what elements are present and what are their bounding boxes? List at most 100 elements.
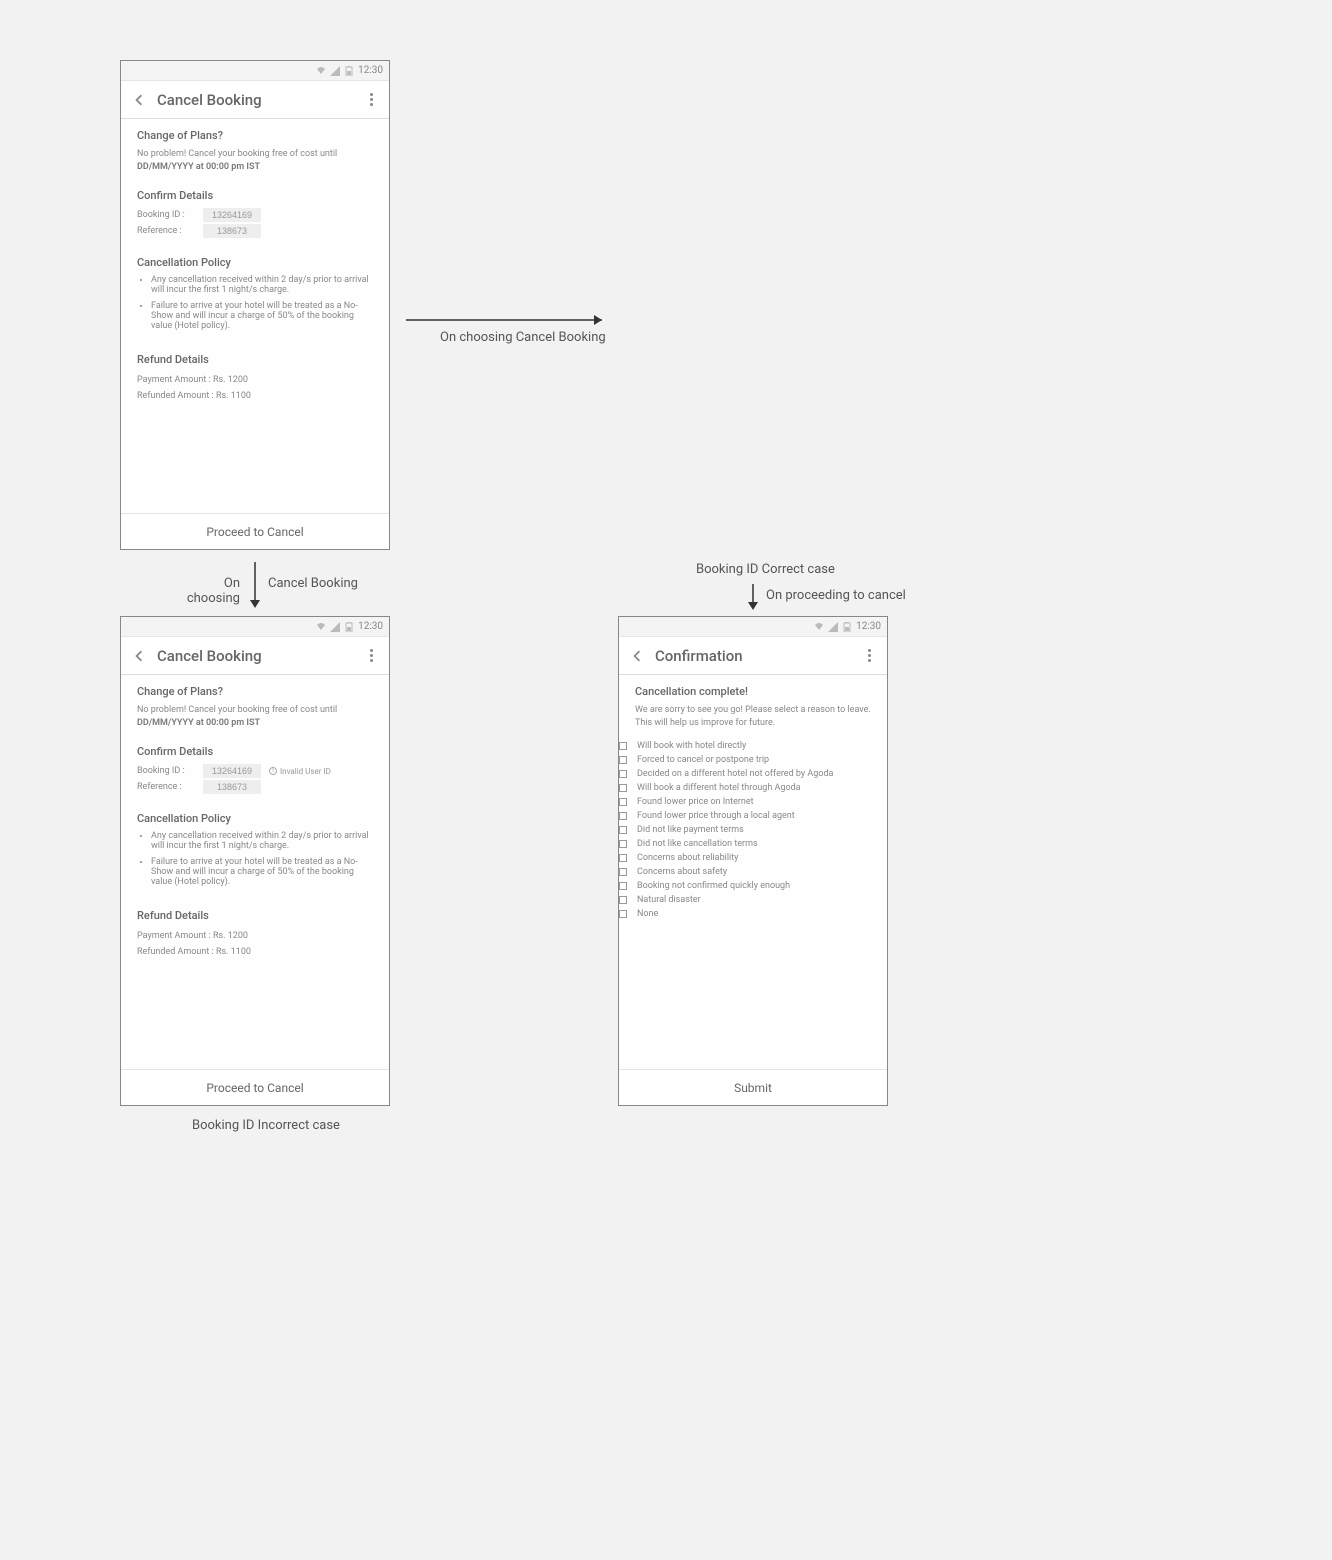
refund-heading: Refund Details — [137, 353, 373, 366]
proceed-button[interactable]: Proceed to Cancel — [121, 1069, 389, 1105]
screen-body: Cancellation complete! We are sorry to s… — [619, 675, 887, 1069]
signal-icon — [330, 622, 340, 632]
reason-item[interactable]: Found lower price on Internet — [619, 795, 887, 809]
booking-id-label: Booking ID : — [137, 766, 195, 776]
policy-list: Any cancellation received within 2 day/s… — [137, 275, 373, 331]
flow-label: On choosing Cancel Booking — [440, 330, 606, 345]
reason-label: Concerns about reliability — [637, 853, 738, 863]
change-heading: Change of Plans? — [137, 129, 373, 142]
reason-item[interactable]: None — [619, 907, 887, 921]
checkbox-icon[interactable] — [619, 742, 627, 750]
flow-label: On choosing — [168, 576, 240, 606]
refunded-amount: Refunded Amount : Rs. 1100 — [137, 388, 373, 404]
more-icon[interactable] — [363, 649, 379, 662]
reason-item[interactable]: Forced to cancel or postpone trip — [619, 753, 887, 767]
reference-label: Reference : — [137, 226, 195, 236]
booking-id-input[interactable] — [203, 208, 261, 222]
screen-cancel-correct: 12:30 Cancel Booking Change of Plans? No… — [120, 60, 390, 550]
back-icon[interactable] — [131, 92, 147, 108]
reason-item[interactable]: Decided on a different hotel not offered… — [619, 767, 887, 781]
battery-icon — [344, 622, 354, 632]
flow-caption: Booking ID Correct case — [696, 562, 835, 577]
more-icon[interactable] — [363, 93, 379, 106]
reference-input[interactable] — [203, 780, 261, 794]
refunded-amount: Refunded Amount : Rs. 1100 — [137, 944, 373, 960]
reason-label: Will book a different hotel through Agod… — [637, 783, 801, 793]
screen-body: Change of Plans? No problem! Cancel your… — [121, 119, 389, 513]
change-heading: Change of Plans? — [137, 685, 373, 698]
error-icon: ! — [269, 767, 277, 775]
signal-icon — [330, 66, 340, 76]
reason-item[interactable]: Concerns about safety — [619, 865, 887, 879]
proceed-button[interactable]: Proceed to Cancel — [121, 513, 389, 549]
submit-button[interactable]: Submit — [619, 1069, 887, 1105]
status-time: 12:30 — [358, 621, 383, 632]
checkbox-icon[interactable] — [619, 840, 627, 848]
reason-label: Decided on a different hotel not offered… — [637, 769, 833, 779]
checkbox-icon[interactable] — [619, 784, 627, 792]
status-time: 12:30 — [856, 621, 881, 632]
checkbox-icon[interactable] — [619, 770, 627, 778]
refund-heading: Refund Details — [137, 909, 373, 922]
reason-item[interactable]: Did not like cancellation terms — [619, 837, 887, 851]
screen-body: Change of Plans? No problem! Cancel your… — [121, 675, 389, 1069]
back-icon[interactable] — [131, 648, 147, 664]
app-bar: Cancel Booking — [121, 637, 389, 675]
checkbox-icon[interactable] — [619, 868, 627, 876]
reference-label: Reference : — [137, 782, 195, 792]
reason-label: None — [637, 909, 658, 919]
confirm-details-heading: Confirm Details — [137, 189, 373, 202]
reason-label: Forced to cancel or postpone trip — [637, 755, 769, 765]
confirmation-heading: Cancellation complete! — [635, 685, 871, 698]
status-bar: 12:30 — [121, 61, 389, 81]
policy-item: Failure to arrive at your hotel will be … — [151, 301, 373, 331]
policy-item: Failure to arrive at your hotel will be … — [151, 857, 373, 887]
reference-input[interactable] — [203, 224, 261, 238]
policy-item: Any cancellation received within 2 day/s… — [151, 275, 373, 295]
reason-label: Booking not confirmed quickly enough — [637, 881, 790, 891]
flow-label: On proceeding to cancel — [766, 588, 906, 603]
change-text: No problem! Cancel your booking free of … — [137, 148, 373, 173]
more-icon[interactable] — [861, 649, 877, 662]
confirmation-text: We are sorry to see you go! Please selec… — [635, 704, 871, 729]
reason-item[interactable]: Natural disaster — [619, 893, 887, 907]
arrow-down-icon — [743, 582, 763, 612]
payment-amount: Payment Amount : Rs. 1200 — [137, 372, 373, 388]
reason-label: Did not like cancellation terms — [637, 839, 758, 849]
wifi-icon — [814, 622, 824, 632]
booking-id-input[interactable] — [203, 764, 261, 778]
arrow-right-icon — [404, 308, 614, 332]
checkbox-icon[interactable] — [619, 812, 627, 820]
reason-label: Found lower price on Internet — [637, 797, 754, 807]
checkbox-icon[interactable] — [619, 798, 627, 806]
page-title: Confirmation — [655, 647, 861, 665]
flow-label: Cancel Booking — [268, 576, 358, 591]
app-bar: Confirmation — [619, 637, 887, 675]
payment-amount: Payment Amount : Rs. 1200 — [137, 928, 373, 944]
status-time: 12:30 — [358, 65, 383, 76]
policy-heading: Cancellation Policy — [137, 256, 373, 269]
flow-caption: Booking ID Incorrect case — [192, 1118, 340, 1133]
reason-item[interactable]: Found lower price through a local agent — [619, 809, 887, 823]
page-title: Cancel Booking — [157, 647, 363, 665]
checkbox-icon[interactable] — [619, 882, 627, 890]
policy-heading: Cancellation Policy — [137, 812, 373, 825]
checkbox-icon[interactable] — [619, 756, 627, 764]
reason-item[interactable]: Will book a different hotel through Agod… — [619, 781, 887, 795]
reason-item[interactable]: Will book with hotel directly — [619, 739, 887, 753]
reason-label: Will book with hotel directly — [637, 741, 746, 751]
checkbox-icon[interactable] — [619, 826, 627, 834]
screen-cancel-incorrect: 12:30 Cancel Booking Change of Plans? No… — [120, 616, 390, 1106]
reason-item[interactable]: Did not like payment terms — [619, 823, 887, 837]
error-badge: ! Invalid User ID — [269, 767, 331, 776]
back-icon[interactable] — [629, 648, 645, 664]
reason-item[interactable]: Booking not confirmed quickly enough — [619, 879, 887, 893]
page-title: Cancel Booking — [157, 91, 363, 109]
checkbox-icon[interactable] — [619, 854, 627, 862]
change-text: No problem! Cancel your booking free of … — [137, 704, 373, 729]
reason-item[interactable]: Concerns about reliability — [619, 851, 887, 865]
reason-label: Concerns about safety — [637, 867, 727, 877]
checkbox-icon[interactable] — [619, 896, 627, 904]
screen-confirmation: 12:30 Confirmation Cancellation complete… — [618, 616, 888, 1106]
checkbox-icon[interactable] — [619, 910, 627, 918]
